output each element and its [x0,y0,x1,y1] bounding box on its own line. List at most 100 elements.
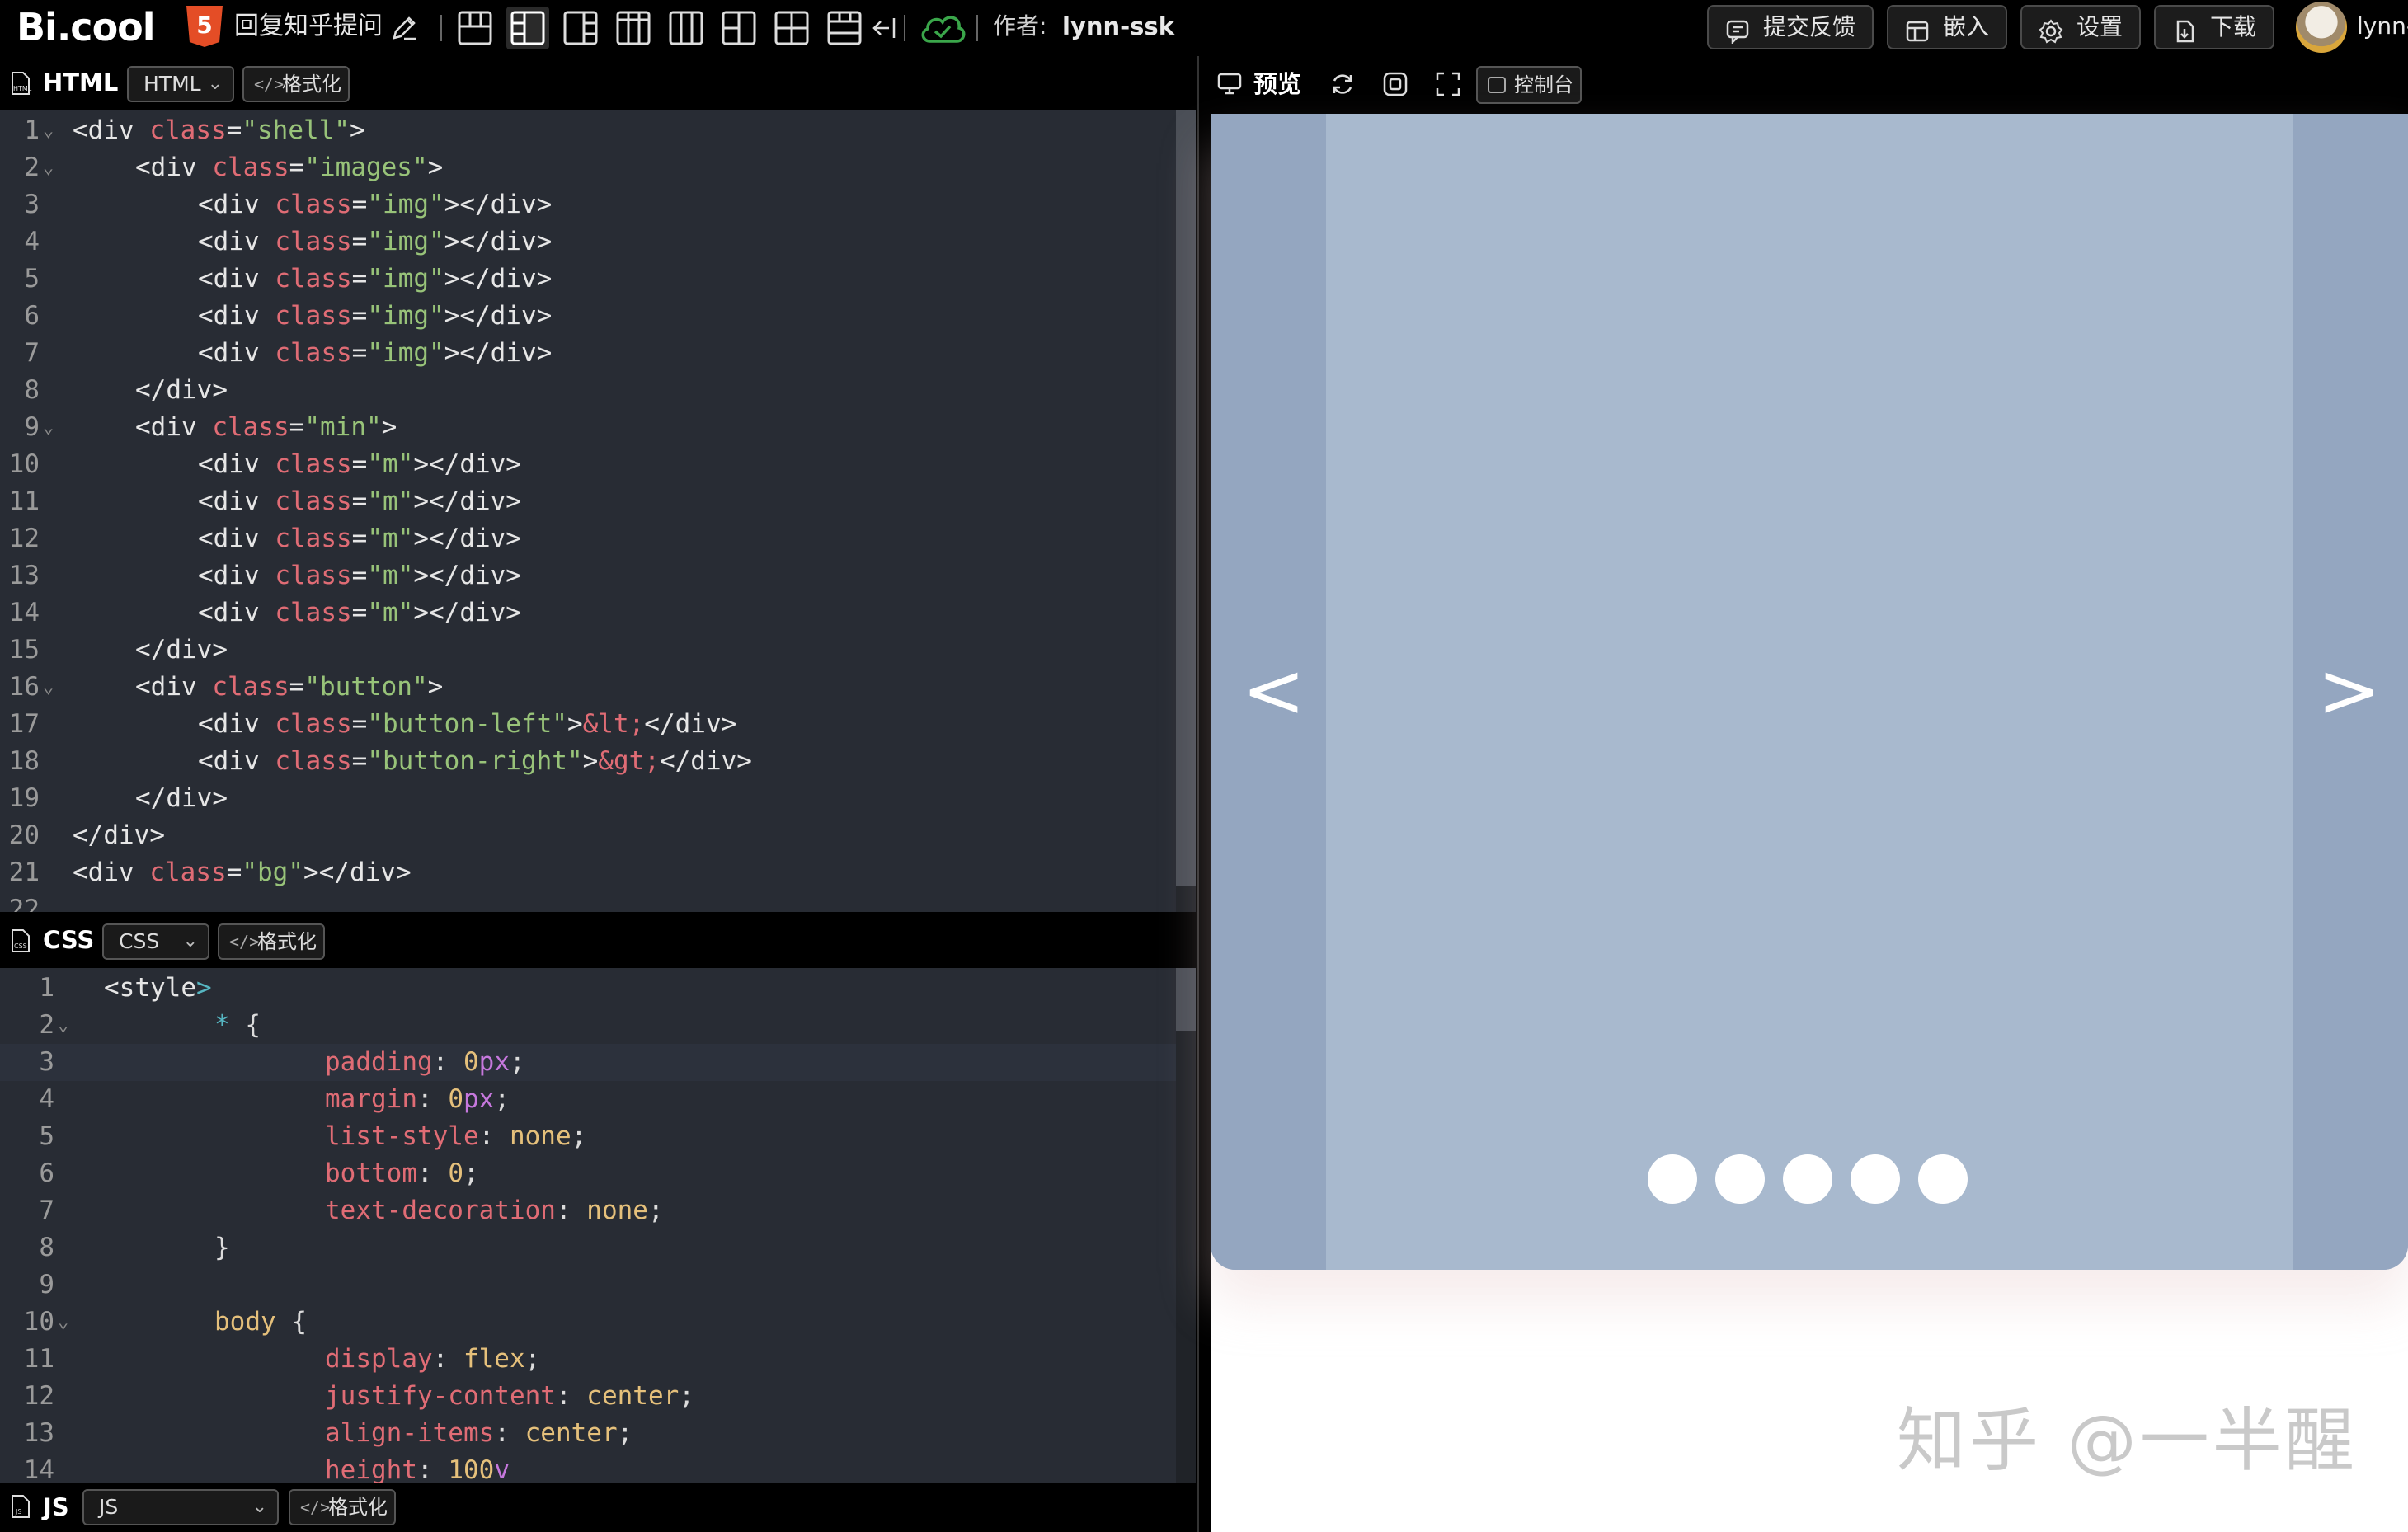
layout-columns-icon[interactable] [612,7,655,49]
code-line[interactable]: 3 <div class="img"></div> [0,186,1176,223]
code-text: bottom: 0; [325,1158,479,1188]
code-line[interactable]: 4 <div class="img"></div> [0,223,1176,261]
css-editor-scrollbar[interactable] [1176,968,1196,1483]
code-line[interactable]: 7 text-decoration: none; [0,1192,1176,1229]
code-line[interactable]: 11 display: flex; [0,1341,1176,1378]
js-language-select[interactable]: JS ⌄ [82,1489,279,1525]
preview-canvas[interactable]: < > [1211,114,2408,1532]
code-line[interactable]: 6 bottom: 0; [0,1155,1176,1192]
css-format-button[interactable]: </> 格式化 [218,923,325,960]
code-line[interactable]: 8} [0,1229,1176,1266]
js-format-button[interactable]: </> 格式化 [289,1489,396,1525]
code-line[interactable]: 5 list-style: none; [0,1118,1176,1155]
fold-chevron-icon[interactable]: ⌄ [43,112,54,149]
carousel-dot[interactable] [1648,1154,1697,1204]
carousel-dot[interactable] [1783,1154,1832,1204]
code-line[interactable]: 6 <div class="img"></div> [0,298,1176,335]
carousel-dot[interactable] [1918,1154,1968,1204]
user-avatar[interactable] [2296,2,2347,53]
code-line[interactable]: 2 ⌄ * { [0,1007,1176,1044]
layout-right-icon[interactable] [559,7,602,49]
code-line[interactable]: 13 <div class="m"></div> [0,557,1176,594]
html-format-button[interactable]: </> 格式化 [242,66,350,102]
carousel-right-arrow[interactable]: > [2317,650,2381,732]
code-line[interactable]: 12 justify-content: center; [0,1378,1176,1415]
code-line[interactable]: 12 <div class="m"></div> [0,520,1176,557]
code-line[interactable]: 22 [0,891,1176,912]
settings-button[interactable]: 设置 [2020,5,2141,49]
code-line[interactable]: 7 <div class="img"></div> [0,335,1176,372]
line-number: 16 [8,672,40,702]
code-text: <div class="img"></div> [198,338,553,368]
html-file-icon: HTML [8,71,33,96]
code-line[interactable]: 4 margin: 0px; [0,1081,1176,1118]
html-editor-scroll-thumb[interactable] [1176,110,1196,886]
carousel-dot[interactable] [1851,1154,1900,1204]
fold-chevron-icon[interactable]: ⌄ [58,1007,68,1044]
code-line[interactable]: 16 ⌄ <div class="button"> [0,669,1176,706]
line-number: 17 [8,709,40,739]
html5-icon: 5 [186,6,223,47]
layout-rows-icon[interactable] [823,7,866,49]
fold-chevron-icon[interactable]: ⌄ [43,149,54,186]
line-number: 6 [24,301,40,331]
layout-columns-alt-icon[interactable] [665,7,708,49]
fold-chevron-icon[interactable]: ⌄ [43,669,54,706]
code-line[interactable]: 10 ⌄ body { [0,1304,1176,1341]
app-logo[interactable]: Bi.cool [16,0,156,56]
line-number: 15 [8,635,40,665]
code-line[interactable]: 9 [0,1266,1176,1304]
user-name[interactable]: lynn- [2357,0,2408,56]
code-line[interactable]: 13 align-items: center; [0,1415,1176,1452]
console-button[interactable]: 控制台 [1476,66,1582,104]
project-title[interactable]: 回复知乎提问 [234,0,383,56]
css-language-select[interactable]: CSS ⌄ [102,923,209,960]
css-panel-header: CSS CSS CSS ⌄ </> 格式化 [0,914,1196,968]
code-line[interactable]: 14 height: 100v [0,1452,1176,1483]
code-line[interactable]: 11 <div class="m"></div> [0,483,1176,520]
layout-grid-icon[interactable] [717,7,760,49]
css-editor-scroll-thumb[interactable] [1176,968,1196,1031]
layout-left-icon[interactable] [506,7,549,49]
feedback-button[interactable]: 提交反馈 [1707,5,1874,49]
code-line[interactable]: 2 ⌄ <div class="images"> [0,149,1176,186]
author-name[interactable]: lynn-ssk [1062,0,1174,56]
code-line[interactable]: 15 </div> [0,632,1176,669]
code-line[interactable]: 21 <div class="bg"></div> [0,854,1176,891]
code-line[interactable]: 20 </div> [0,817,1176,854]
download-button[interactable]: 下载 [2154,5,2274,49]
code-line[interactable]: 19 </div> [0,780,1176,817]
screenshot-icon[interactable] [1382,71,1410,99]
code-line[interactable]: 9 ⌄ <div class="min"> [0,409,1176,446]
line-number: 9 [24,412,40,442]
edit-title-icon[interactable] [389,13,419,43]
collapse-icon[interactable] [871,13,897,43]
line-number: 14 [8,598,40,627]
carousel-left-arrow[interactable]: < [1242,650,1305,732]
embed-button[interactable]: 嵌入 [1887,5,2007,49]
code-text: <div class="img"></div> [198,264,553,294]
code-line[interactable]: 5 <div class="img"></div> [0,261,1176,298]
code-line[interactable]: 10 <div class="m"></div> [0,446,1176,483]
html-panel-header: HTML HTML HTML ⌄ </> 格式化 [0,56,1196,110]
refresh-icon[interactable] [1329,71,1357,99]
code-line[interactable]: 8 </div> [0,372,1176,409]
carousel-dot[interactable] [1715,1154,1765,1204]
code-line[interactable]: 17 <div class="button-left">&lt;</div> [0,706,1176,743]
line-number: 21 [8,858,40,887]
line-number: 9 [39,1270,54,1299]
html-code-editor[interactable]: 1 ⌄ <div class="shell"> 2 ⌄ <div class="image… [0,110,1196,912]
code-line[interactable]: 14 <div class="m"></div> [0,594,1176,632]
layout-top-icon[interactable] [454,7,496,49]
layout-quad-icon[interactable] [770,7,813,49]
fold-chevron-icon[interactable]: ⌄ [43,409,54,446]
code-line[interactable]: 1 ⌄ <div class="shell"> [0,112,1176,149]
code-line[interactable]: 18 <div class="button-right">&gt;</div> [0,743,1176,780]
fullscreen-icon[interactable] [1435,71,1463,99]
code-line[interactable]: 1 <style> [0,970,1176,1007]
html-editor-scrollbar[interactable] [1176,110,1196,912]
css-code-editor[interactable]: 1 <style> 2 ⌄ * {3 padding: 0px; 4 margin: 0px;… [0,968,1196,1483]
fold-chevron-icon[interactable]: ⌄ [58,1304,68,1341]
code-line[interactable]: 3 padding: 0px; [0,1044,1176,1081]
html-language-select[interactable]: HTML ⌄ [127,66,234,102]
